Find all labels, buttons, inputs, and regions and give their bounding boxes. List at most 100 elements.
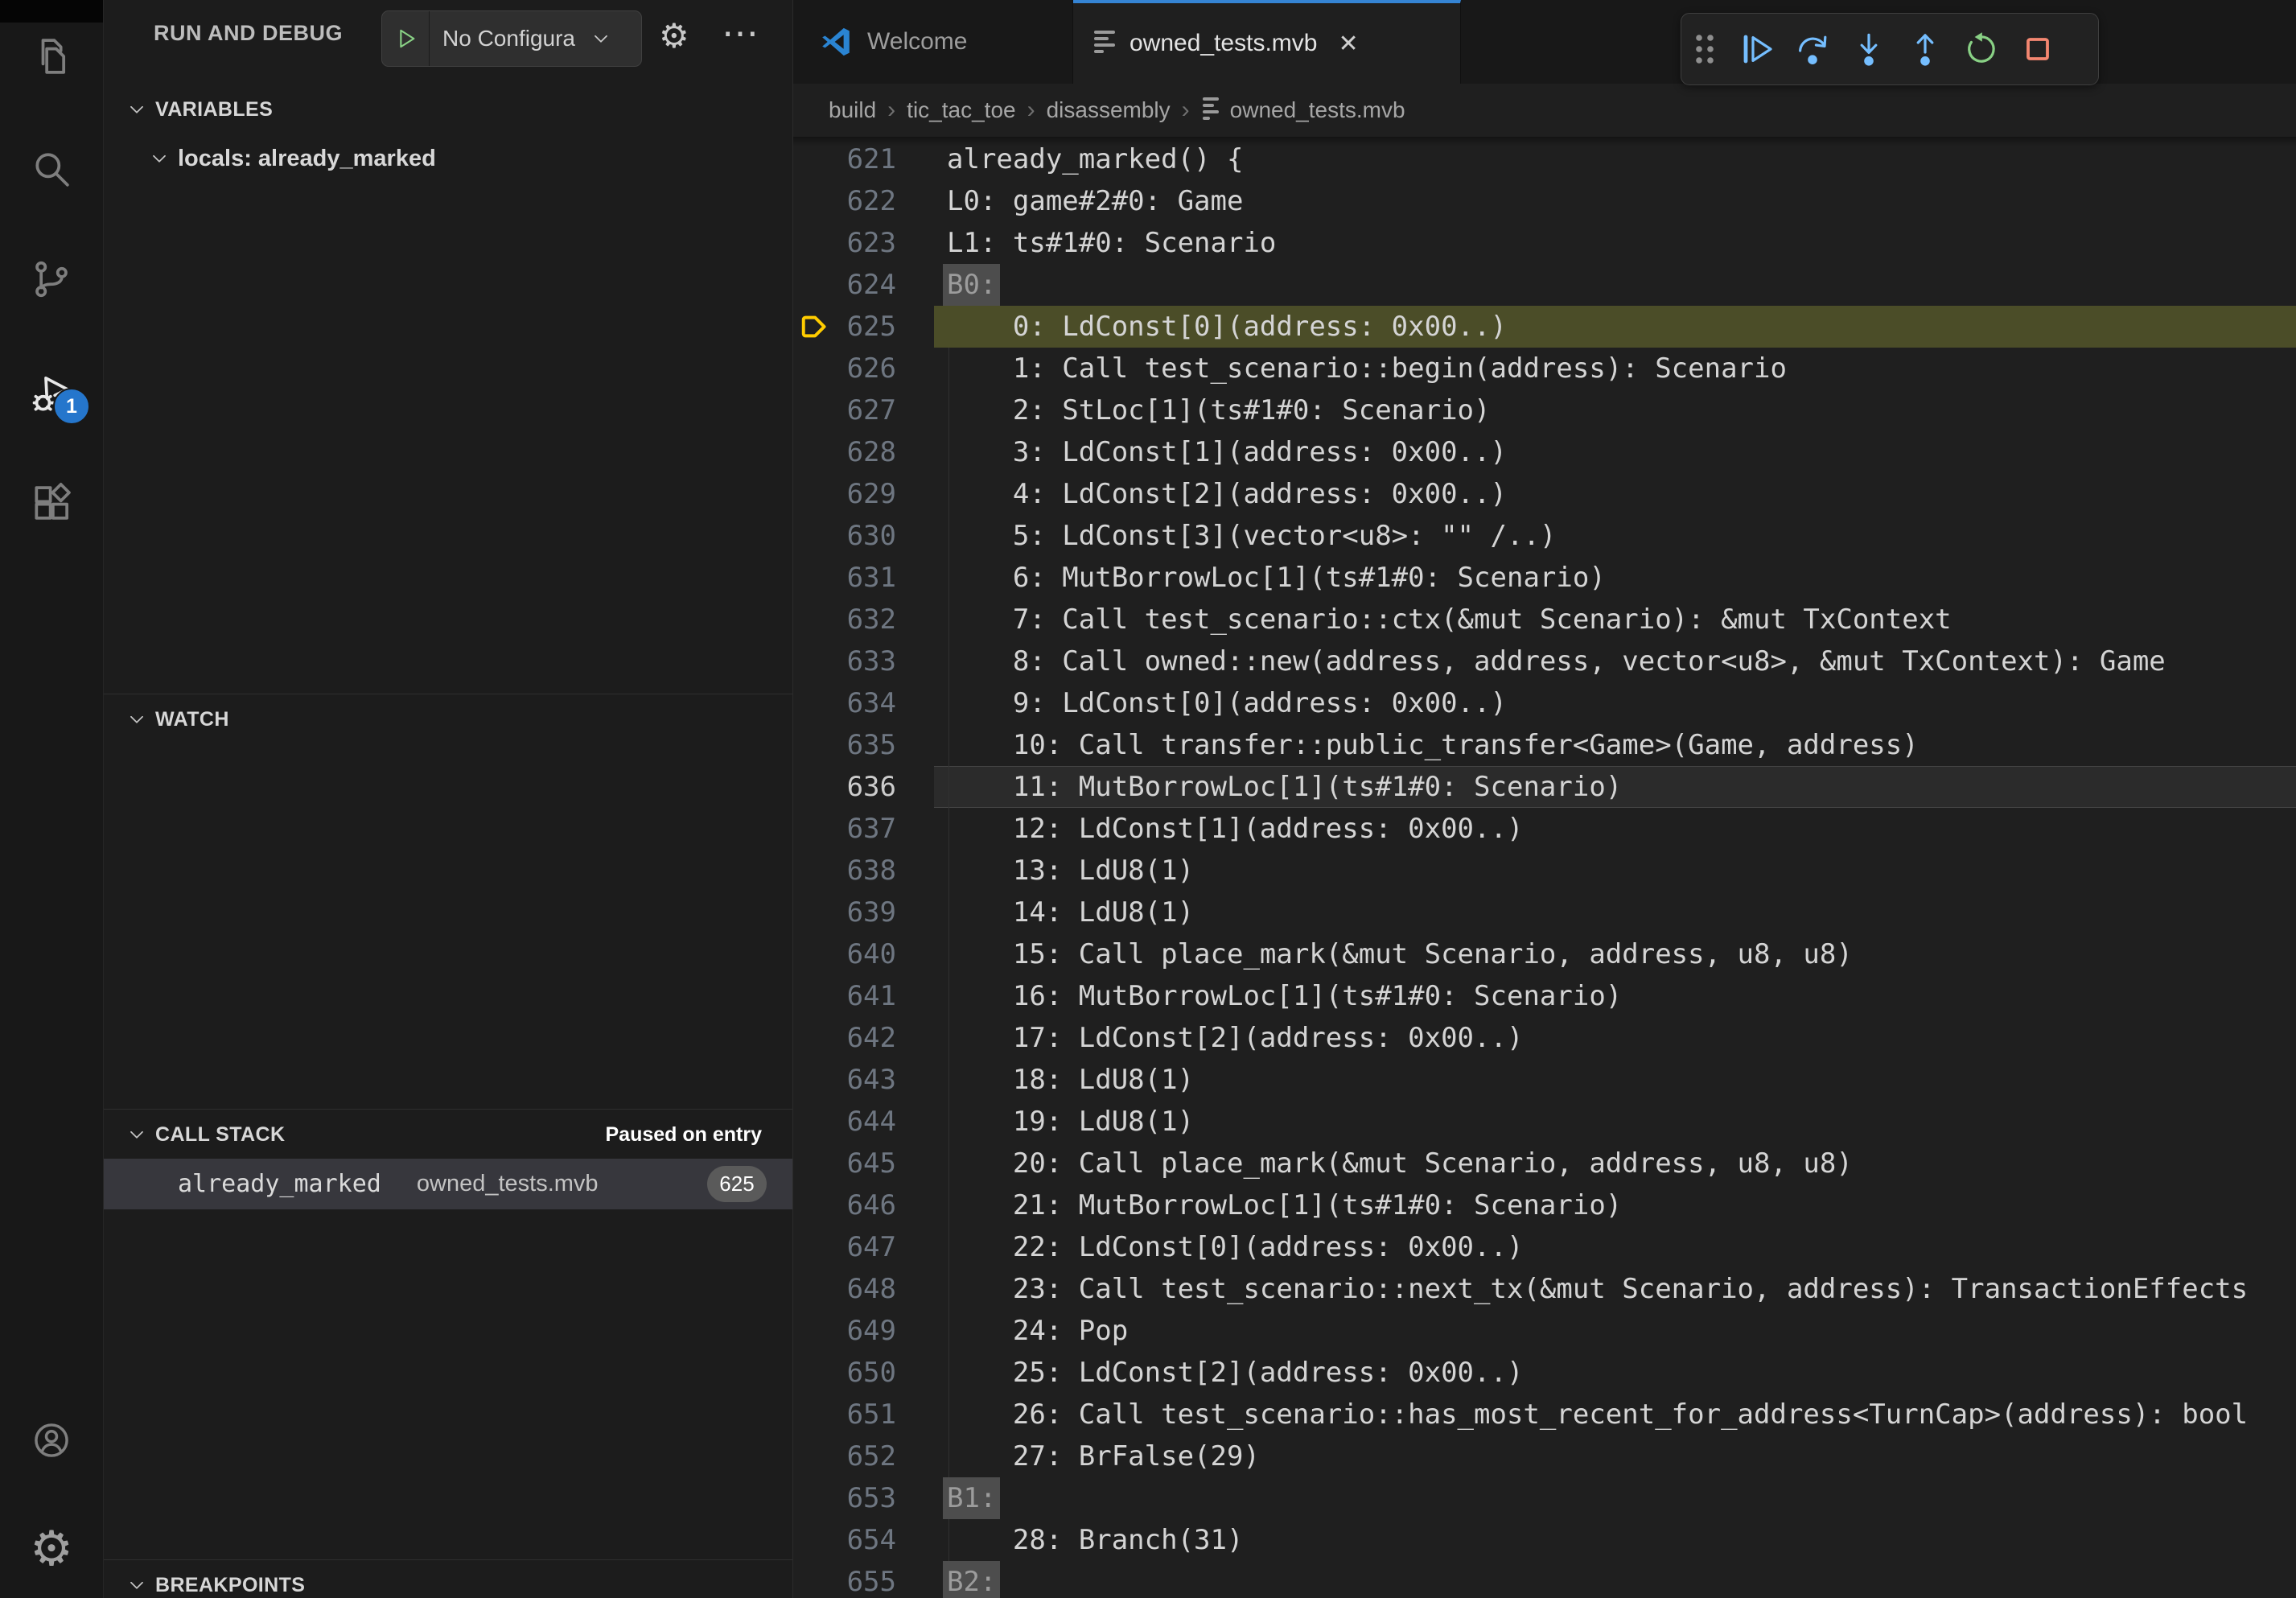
line-number[interactable]: 641 [837,975,896,1017]
code-line-623[interactable]: 623L1: ts#1#0: Scenario [793,222,2296,264]
line-number[interactable]: 649 [837,1310,896,1352]
code-line-631[interactable]: 631 6: MutBorrowLoc[1](ts#1#0: Scenario) [793,557,2296,599]
line-number[interactable]: 636 [837,766,896,808]
line-number[interactable]: 654 [837,1519,896,1561]
code-line-630[interactable]: 630 5: LdConst[3](vector<u8>: "" /..) [793,515,2296,557]
code-line-650[interactable]: 650 25: LdConst[2](address: 0x00..) [793,1352,2296,1394]
code-line-637[interactable]: 637 12: LdConst[1](address: 0x00..) [793,808,2296,850]
breadcrumb-item[interactable]: build [829,97,876,123]
line-number[interactable]: 627 [837,389,896,431]
activity-item-search[interactable] [0,146,103,192]
code-line-633[interactable]: 633 8: Call owned::new(address, address,… [793,640,2296,682]
code-line-651[interactable]: 651 26: Call test_scenario::has_most_rec… [793,1394,2296,1435]
line-number[interactable]: 645 [837,1143,896,1184]
start-debugging-icon[interactable] [393,26,419,51]
code-line-649[interactable]: 649 24: Pop [793,1310,2296,1352]
code-line-641[interactable]: 641 16: MutBorrowLoc[1](ts#1#0: Scenario… [793,975,2296,1017]
step-out-button[interactable] [1897,21,1953,77]
section-variables[interactable]: VARIABLES [104,87,792,132]
code-line-654[interactable]: 654 28: Branch(31) [793,1519,2296,1561]
line-number[interactable]: 621 [837,138,896,180]
code-line-647[interactable]: 647 22: LdConst[0](address: 0x00..) [793,1226,2296,1268]
line-number[interactable]: 655 [837,1561,896,1598]
line-number[interactable]: 635 [837,724,896,766]
activity-item-extensions[interactable] [0,480,103,526]
line-number[interactable]: 623 [837,222,896,264]
code-line-638[interactable]: 638 13: LdU8(1) [793,850,2296,892]
more-actions-icon[interactable]: ⋯ [722,11,759,55]
code-line-632[interactable]: 632 7: Call test_scenario::ctx(&mut Scen… [793,599,2296,640]
line-number[interactable]: 647 [837,1226,896,1268]
code-line-627[interactable]: 627 2: StLoc[1](ts#1#0: Scenario) [793,389,2296,431]
line-number[interactable]: 639 [837,892,896,933]
debug-settings-gear-icon[interactable]: ⚙ [659,16,689,56]
code-line-640[interactable]: 640 15: Call place_mark(&mut Scenario, a… [793,933,2296,975]
tab-welcome[interactable]: Welcome [793,0,1073,84]
breadcrumb-item[interactable]: owned_tests.mvb [1230,97,1405,123]
activity-item-run-and-debug[interactable]: 1 [0,370,103,417]
line-number[interactable]: 643 [837,1059,896,1101]
line-number[interactable]: 630 [837,515,896,557]
code-line-642[interactable]: 642 17: LdConst[2](address: 0x00..) [793,1017,2296,1059]
line-number[interactable]: 628 [837,431,896,473]
code-line-628[interactable]: 628 3: LdConst[1](address: 0x00..) [793,431,2296,473]
section-watch[interactable]: WATCH [104,697,792,742]
activity-item-accounts[interactable] [0,1417,103,1464]
section-breakpoints[interactable]: BREAKPOINTS [104,1563,792,1598]
restart-button[interactable] [1953,21,2010,77]
drag-handle[interactable] [1681,21,1728,77]
close-icon[interactable]: ✕ [1338,30,1358,58]
line-number[interactable]: 625 [837,306,896,348]
line-number[interactable]: 651 [837,1394,896,1435]
variables-scope-locals[interactable]: locals: already_marked [104,135,792,182]
code-line-644[interactable]: 644 19: LdU8(1) [793,1101,2296,1143]
line-number[interactable]: 652 [837,1435,896,1477]
editor-code-area[interactable]: 621already_marked() {622L0: game#2#0: Ga… [793,138,2296,1598]
code-line-646[interactable]: 646 21: MutBorrowLoc[1](ts#1#0: Scenario… [793,1184,2296,1226]
line-number[interactable]: 646 [837,1184,896,1226]
line-number[interactable]: 640 [837,933,896,975]
tab-owned-tests-mvb[interactable]: owned_tests.mvb✕ [1073,0,1461,84]
line-number[interactable]: 644 [837,1101,896,1143]
line-number[interactable]: 648 [837,1268,896,1310]
code-line-648[interactable]: 648 23: Call test_scenario::next_tx(&mut… [793,1268,2296,1310]
code-line-635[interactable]: 635 10: Call transfer::public_transfer<G… [793,724,2296,766]
continue-button[interactable] [1728,21,1784,77]
code-line-636[interactable]: 636 11: MutBorrowLoc[1](ts#1#0: Scenario… [793,766,2296,808]
code-line-639[interactable]: 639 14: LdU8(1) [793,892,2296,933]
code-line-621[interactable]: 621already_marked() { [793,138,2296,180]
code-line-645[interactable]: 645 20: Call place_mark(&mut Scenario, a… [793,1143,2296,1184]
launch-configuration-dropdown[interactable]: No Configura [381,10,642,67]
activity-item-settings[interactable]: ⚙ [0,1526,103,1572]
line-number[interactable]: 653 [837,1477,896,1519]
line-number[interactable]: 624 [837,264,896,306]
code-line-652[interactable]: 652 27: BrFalse(29) [793,1435,2296,1477]
code-line-624[interactable]: 624B0: [793,264,2296,306]
code-line-655[interactable]: 655B2: [793,1561,2296,1598]
line-number[interactable]: 637 [837,808,896,850]
code-line-622[interactable]: 622L0: game#2#0: Game [793,180,2296,222]
code-line-629[interactable]: 629 4: LdConst[2](address: 0x00..) [793,473,2296,515]
line-number[interactable]: 622 [837,180,896,222]
activity-item-source-control[interactable] [0,256,103,303]
breadcrumb-item[interactable]: disassembly [1047,97,1171,123]
line-number[interactable]: 638 [837,850,896,892]
line-number[interactable]: 631 [837,557,896,599]
code-line-626[interactable]: 626 1: Call test_scenario::begin(address… [793,348,2296,389]
code-line-643[interactable]: 643 18: LdU8(1) [793,1059,2296,1101]
breadcrumb-item[interactable]: tic_tac_toe [907,97,1015,123]
call-stack-frame[interactable]: already_marked owned_tests.mvb 625 [104,1159,792,1209]
line-number[interactable]: 634 [837,682,896,724]
execution-pointer-icon[interactable] [800,311,830,342]
line-number[interactable]: 633 [837,640,896,682]
line-number[interactable]: 650 [837,1352,896,1394]
activity-item-explorer[interactable] [0,33,103,80]
step-into-button[interactable] [1841,21,1897,77]
line-number[interactable]: 629 [837,473,896,515]
code-line-634[interactable]: 634 9: LdConst[0](address: 0x00..) [793,682,2296,724]
line-number[interactable]: 632 [837,599,896,640]
code-line-653[interactable]: 653B1: [793,1477,2296,1519]
step-over-button[interactable] [1784,21,1841,77]
code-line-625[interactable]: 625 0: LdConst[0](address: 0x00..) [793,306,2296,348]
stop-button[interactable] [2010,21,2066,77]
